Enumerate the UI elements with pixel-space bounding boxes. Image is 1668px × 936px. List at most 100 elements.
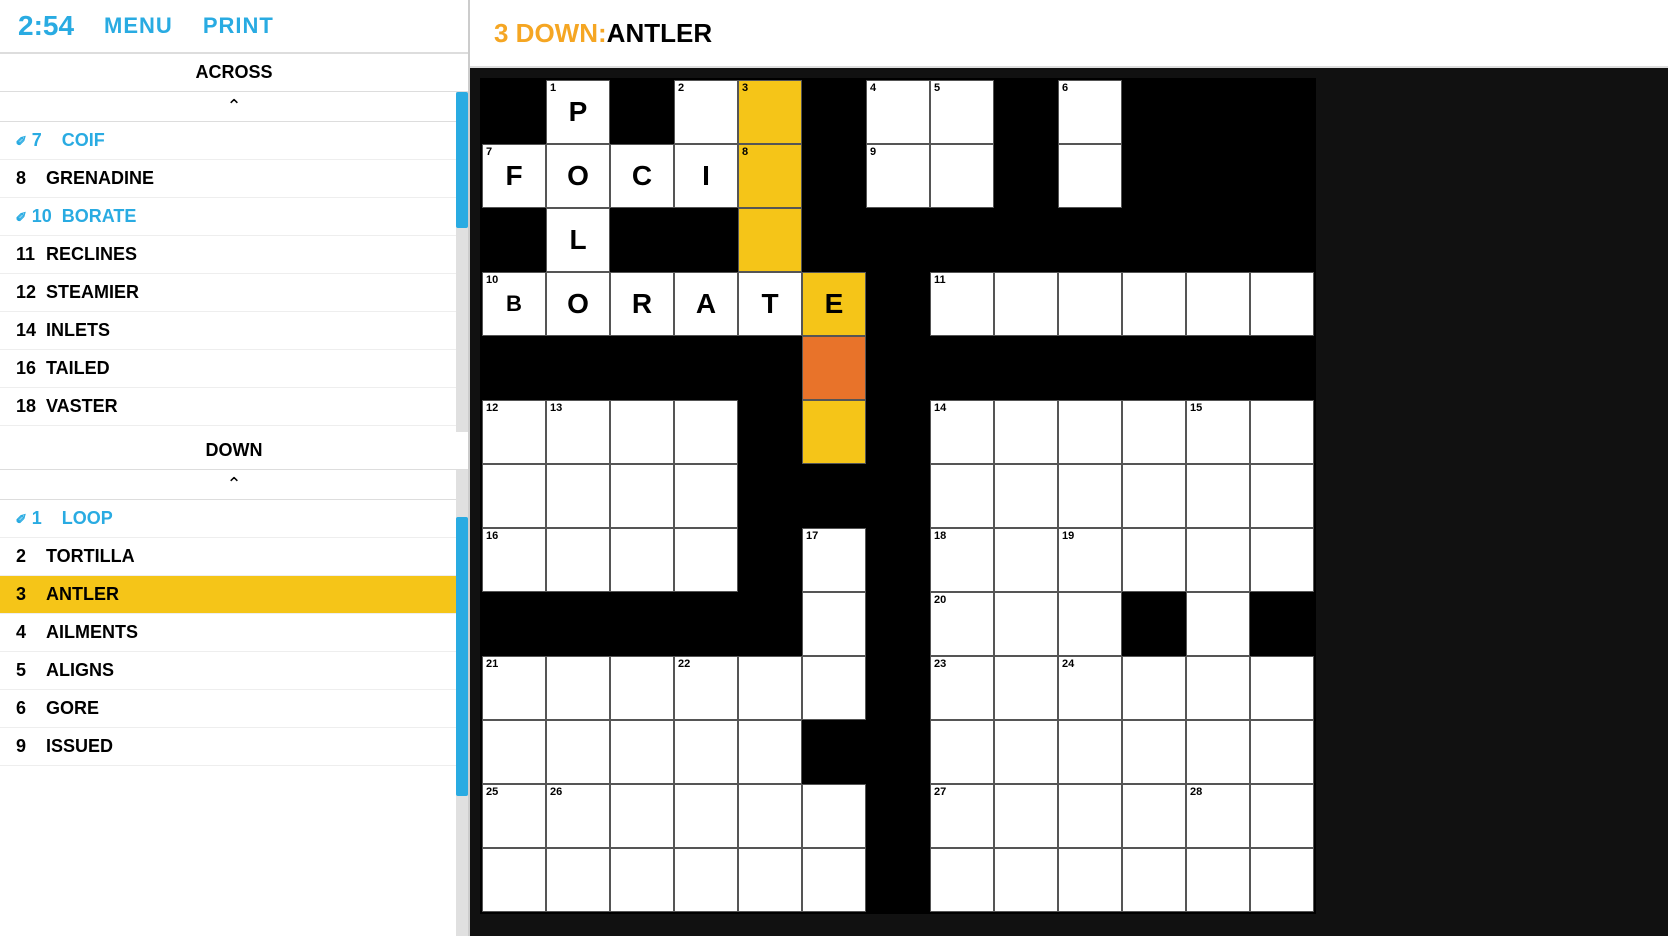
clue-item-across-14[interactable]: 14 INLETS [0, 312, 468, 350]
cell-3-5[interactable]: E [802, 272, 866, 336]
cell-12-1[interactable] [546, 848, 610, 912]
cell-7-7[interactable]: 18 [930, 528, 994, 592]
cell-10-12[interactable] [1250, 720, 1314, 784]
cell-1-3[interactable]: I [674, 144, 738, 208]
cell-3-9[interactable] [1058, 272, 1122, 336]
cell-10-9[interactable] [1058, 720, 1122, 784]
cell-11-12[interactable] [1250, 784, 1314, 848]
cell-9-1[interactable] [546, 656, 610, 720]
clue-item-across-12[interactable]: 12 STEAMIER [0, 274, 468, 312]
cell-12-11[interactable] [1186, 848, 1250, 912]
cell-10-8[interactable] [994, 720, 1058, 784]
cell-0-9[interactable]: 6 [1058, 80, 1122, 144]
clue-item-down-5[interactable]: 5 ALIGNS [0, 652, 468, 690]
cell-0-1[interactable]: 1P [546, 80, 610, 144]
cell-9-0[interactable]: 21 [482, 656, 546, 720]
cell-5-10[interactable] [1122, 400, 1186, 464]
cell-10-1[interactable] [546, 720, 610, 784]
clue-item-across-8[interactable]: 8 GRENADINE [0, 160, 468, 198]
cell-8-7[interactable]: 20 [930, 592, 994, 656]
cell-2-4[interactable] [738, 208, 802, 272]
clue-item-down-2[interactable]: 2 TORTILLA [0, 538, 468, 576]
cell-10-7[interactable] [930, 720, 994, 784]
cell-7-3[interactable] [674, 528, 738, 592]
cell-9-3[interactable]: 22 [674, 656, 738, 720]
cell-5-2[interactable] [610, 400, 674, 464]
clue-item-across-16[interactable]: 16 TAILED [0, 350, 468, 388]
cell-5-11[interactable]: 15 [1186, 400, 1250, 464]
clue-item-down-6[interactable]: 6 GORE [0, 690, 468, 728]
cell-10-11[interactable] [1186, 720, 1250, 784]
cell-7-5[interactable]: 17 [802, 528, 866, 592]
cell-11-5[interactable] [802, 784, 866, 848]
cell-7-1[interactable] [546, 528, 610, 592]
cell-5-7[interactable]: 14 [930, 400, 994, 464]
cell-11-0[interactable]: 25 [482, 784, 546, 848]
cell-9-8[interactable] [994, 656, 1058, 720]
cell-3-3[interactable]: A [674, 272, 738, 336]
cell-1-9[interactable] [1058, 144, 1122, 208]
cell-9-4[interactable] [738, 656, 802, 720]
cell-4-5[interactable] [802, 336, 866, 400]
cell-6-9[interactable] [1058, 464, 1122, 528]
cell-3-8[interactable] [994, 272, 1058, 336]
clue-item-across-11[interactable]: 11 RECLINES [0, 236, 468, 274]
cell-9-5[interactable] [802, 656, 866, 720]
cell-7-0[interactable]: 16 [482, 528, 546, 592]
clue-item-across-10[interactable]: ✏ 10 BORATE [0, 198, 468, 236]
cell-1-4[interactable]: 8 [738, 144, 802, 208]
cell-11-2[interactable] [610, 784, 674, 848]
clue-item-across-18[interactable]: 18 VASTER [0, 388, 468, 426]
cell-5-12[interactable] [1250, 400, 1314, 464]
cell-3-10[interactable] [1122, 272, 1186, 336]
cell-3-1[interactable]: O [546, 272, 610, 336]
cell-6-8[interactable] [994, 464, 1058, 528]
cell-8-5[interactable] [802, 592, 866, 656]
menu-button[interactable]: MENU [104, 13, 173, 39]
cell-7-2[interactable] [610, 528, 674, 592]
cell-7-9[interactable]: 19 [1058, 528, 1122, 592]
cell-0-4[interactable]: 3 [738, 80, 802, 144]
cell-2-1[interactable]: L [546, 208, 610, 272]
crossword-grid[interactable]: 1P 2 3 4 5 6 7F O C I 8 9 [480, 78, 1316, 914]
cell-5-9[interactable] [1058, 400, 1122, 464]
cell-1-0[interactable]: 7F [482, 144, 546, 208]
cell-12-0[interactable] [482, 848, 546, 912]
cell-9-10[interactable] [1122, 656, 1186, 720]
cell-1-1[interactable]: O [546, 144, 610, 208]
cell-9-12[interactable] [1250, 656, 1314, 720]
cell-11-3[interactable] [674, 784, 738, 848]
cell-5-8[interactable] [994, 400, 1058, 464]
print-button[interactable]: PRINT [203, 13, 274, 39]
clue-item-across-7[interactable]: ✏ 7 COIF [0, 122, 468, 160]
cell-12-8[interactable] [994, 848, 1058, 912]
cell-12-12[interactable] [1250, 848, 1314, 912]
cell-0-6[interactable]: 4 [866, 80, 930, 144]
cell-7-8[interactable] [994, 528, 1058, 592]
cell-12-2[interactable] [610, 848, 674, 912]
cell-6-12[interactable] [1250, 464, 1314, 528]
cell-5-3[interactable] [674, 400, 738, 464]
cell-7-11[interactable] [1186, 528, 1250, 592]
cell-3-4[interactable]: T [738, 272, 802, 336]
cell-10-4[interactable] [738, 720, 802, 784]
cell-9-9[interactable]: 24 [1058, 656, 1122, 720]
cell-12-5[interactable] [802, 848, 866, 912]
cell-11-11[interactable]: 28 [1186, 784, 1250, 848]
cell-10-10[interactable] [1122, 720, 1186, 784]
clue-item-down-4[interactable]: 4 AILMENTS [0, 614, 468, 652]
cell-9-7[interactable]: 23 [930, 656, 994, 720]
cell-12-10[interactable] [1122, 848, 1186, 912]
cell-11-4[interactable] [738, 784, 802, 848]
cell-1-2[interactable]: C [610, 144, 674, 208]
cell-6-1[interactable] [546, 464, 610, 528]
cell-5-5[interactable] [802, 400, 866, 464]
cell-3-11[interactable] [1186, 272, 1250, 336]
clue-item-across-21[interactable]: 21 MARBLE [0, 426, 468, 432]
cell-7-12[interactable] [1250, 528, 1314, 592]
clue-item-down-1[interactable]: ✏ 1 LOOP [0, 500, 468, 538]
across-scrollbar-thumb[interactable] [456, 92, 468, 228]
cell-0-3[interactable]: 2 [674, 80, 738, 144]
cell-11-9[interactable] [1058, 784, 1122, 848]
cell-5-1[interactable]: 13 [546, 400, 610, 464]
